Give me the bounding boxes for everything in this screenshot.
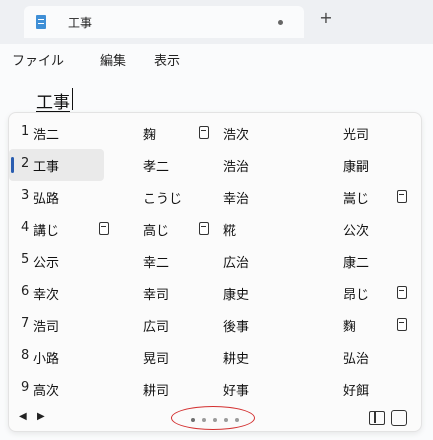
- candidate-item[interactable]: 後事: [223, 316, 249, 335]
- candidate-item[interactable]: 公次: [343, 220, 369, 239]
- candidate-footer: ◀ ▶: [9, 405, 423, 433]
- candidate-item[interactable]: 講じ: [33, 220, 59, 239]
- page-dot[interactable]: [202, 418, 206, 422]
- candidate-item[interactable]: 浩二: [33, 124, 59, 143]
- prev-page-button[interactable]: ◀: [19, 411, 27, 422]
- dictionary-info-icon[interactable]: [199, 222, 209, 235]
- candidate-number: 4: [21, 220, 30, 235]
- candidate-item[interactable]: 幸治: [223, 188, 249, 207]
- menu-edit[interactable]: 編集: [100, 50, 126, 69]
- candidate-item[interactable]: 工事: [33, 156, 59, 175]
- candidate-item[interactable]: 好事: [223, 380, 249, 399]
- table-view-icon[interactable]: [369, 411, 385, 425]
- page-indicator[interactable]: [185, 412, 247, 428]
- candidate-number: 7: [21, 316, 30, 331]
- menu-file[interactable]: ファイル: [12, 50, 64, 69]
- candidate-item[interactable]: 嵩じ: [343, 188, 369, 207]
- candidate-row: 7 浩司 広司 後事 麴: [9, 309, 423, 341]
- candidate-item[interactable]: 耕司: [143, 380, 169, 399]
- candidate-number: 3: [21, 188, 30, 203]
- composition-text: 工事: [36, 93, 70, 113]
- candidate-item[interactable]: 光司: [343, 124, 369, 143]
- candidate-row: 9 高次 耕司 好事 好餌: [9, 373, 423, 405]
- candidate-number: 2: [21, 156, 30, 171]
- candidate-number: 5: [21, 252, 30, 267]
- dictionary-info-icon[interactable]: [397, 190, 407, 203]
- candidate-number: 6: [21, 284, 30, 299]
- page-dot[interactable]: [224, 418, 228, 422]
- dictionary-info-icon[interactable]: [99, 222, 109, 235]
- tab-bar: 工事 +: [0, 0, 433, 44]
- candidate-item[interactable]: 弘路: [33, 188, 59, 207]
- dictionary-info-icon[interactable]: [397, 318, 407, 331]
- candidate-item[interactable]: 康二: [343, 252, 369, 271]
- candidate-item[interactable]: 晃司: [143, 348, 169, 367]
- candidate-item[interactable]: 昂じ: [343, 284, 369, 303]
- document-icon: [36, 15, 46, 29]
- candidate-row: 5 公示 幸二 広治 康二: [9, 245, 423, 277]
- candidate-item[interactable]: 浩司: [33, 316, 59, 335]
- page-dot[interactable]: [213, 418, 217, 422]
- candidate-item[interactable]: 公示: [33, 252, 59, 271]
- candidate-number: 1: [21, 124, 30, 139]
- candidate-number: 8: [21, 348, 30, 363]
- menu-view[interactable]: 表示: [154, 50, 180, 69]
- candidate-item[interactable]: 幸次: [33, 284, 59, 303]
- candidate-item[interactable]: 高じ: [143, 220, 169, 239]
- candidate-row: 1 浩二 麹 浩次 光司: [9, 117, 423, 149]
- candidate-row: 2 工事 孝二 浩治 康嗣: [9, 149, 423, 181]
- new-tab-button[interactable]: +: [316, 8, 336, 28]
- ime-candidate-window: 1 浩二 麹 浩次 光司 2 工事 孝二 浩治 康嗣 3 弘路 こうじ 幸治 嵩じ 4 講じ 高じ 糀 公次 5 公示 幸二…: [8, 112, 422, 432]
- candidate-row: 3 弘路 こうじ 幸治 嵩じ: [9, 181, 423, 213]
- candidate-item[interactable]: 麴: [343, 316, 356, 335]
- candidate-item[interactable]: 浩治: [223, 156, 249, 175]
- candidate-item[interactable]: 康嗣: [343, 156, 369, 175]
- menu-bar: ファイル 編集 表示: [0, 44, 433, 76]
- candidate-row: 6 幸次 幸司 康史 昂じ: [9, 277, 423, 309]
- settings-icon[interactable]: [391, 410, 407, 426]
- candidate-row: 4 講じ 高じ 糀 公次: [9, 213, 423, 245]
- page-dot[interactable]: [191, 418, 195, 422]
- candidate-item[interactable]: 広司: [143, 316, 169, 335]
- dictionary-info-icon[interactable]: [199, 126, 209, 139]
- candidate-number: 9: [21, 380, 30, 395]
- candidate-row: 8 小路 晃司 耕史 弘治: [9, 341, 423, 373]
- candidate-item[interactable]: 康史: [223, 284, 249, 303]
- dictionary-info-icon[interactable]: [397, 286, 407, 299]
- candidate-item[interactable]: 浩次: [223, 124, 249, 143]
- candidate-item[interactable]: 弘治: [343, 348, 369, 367]
- candidate-item[interactable]: 孝二: [143, 156, 169, 175]
- unsaved-dot-icon: [278, 20, 283, 25]
- tab-document[interactable]: 工事: [24, 6, 304, 38]
- candidate-item[interactable]: こうじ: [143, 188, 182, 207]
- candidate-item[interactable]: 耕史: [223, 348, 249, 367]
- candidate-item[interactable]: 小路: [33, 348, 59, 367]
- candidate-item[interactable]: 幸二: [143, 252, 169, 271]
- candidate-item[interactable]: 好餌: [343, 380, 369, 399]
- candidate-item[interactable]: 高次: [33, 380, 59, 399]
- text-caret: [72, 88, 73, 110]
- candidate-item[interactable]: 糀: [223, 220, 236, 239]
- tab-title: 工事: [68, 16, 93, 30]
- selection-indicator: [11, 157, 14, 173]
- candidate-item[interactable]: 麹: [143, 124, 156, 143]
- next-page-button[interactable]: ▶: [37, 411, 45, 422]
- candidate-item[interactable]: 幸司: [143, 284, 169, 303]
- candidate-item[interactable]: 広治: [223, 252, 249, 271]
- page-dot[interactable]: [235, 418, 239, 422]
